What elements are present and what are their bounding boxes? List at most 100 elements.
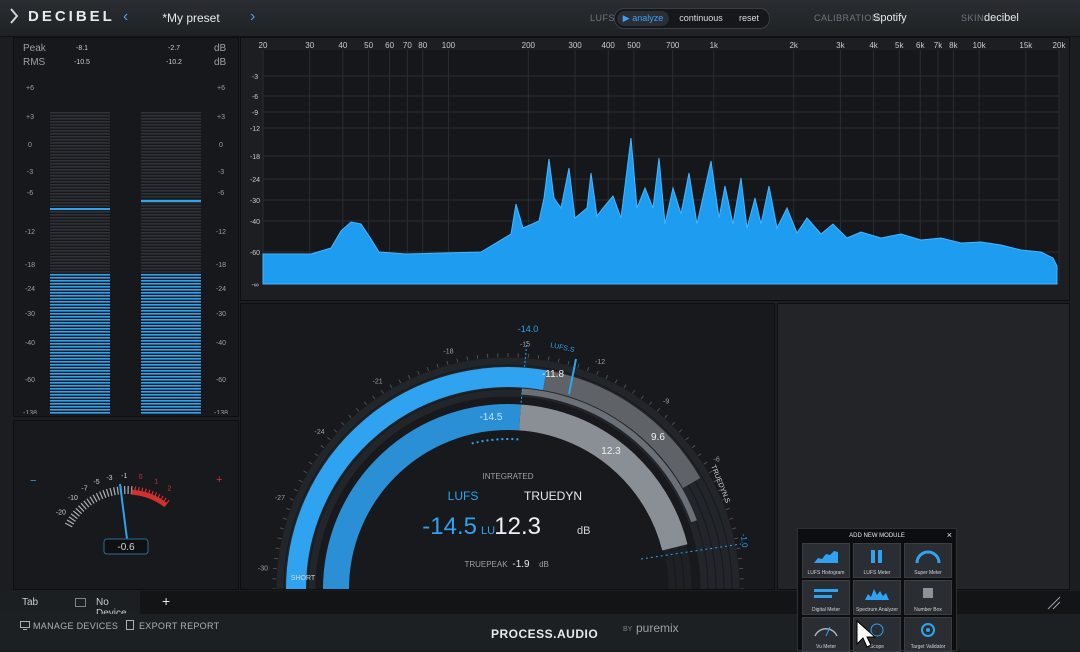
db-label: -30: [250, 198, 260, 205]
module-super-meter[interactable]: Super Meter: [904, 543, 952, 578]
truedyn-unit: dB: [577, 525, 590, 537]
lufs-label: LUFS: [590, 13, 615, 23]
peak-hold-line: [141, 200, 201, 202]
meter-scale-label: -60: [216, 377, 226, 384]
arc-scale-label: -15: [520, 342, 530, 349]
prev-preset-arrow-icon[interactable]: ‹: [123, 8, 128, 26]
frequency-label: 7k: [934, 41, 943, 50]
frequency-label: 20k: [1053, 41, 1067, 50]
spectrum-analyzer-panel: 203040506070801002003004005007001k2k3k4k…: [240, 37, 1070, 301]
module-digital-meter[interactable]: Digital Meter: [802, 580, 850, 615]
left-meter-bar: [50, 112, 110, 414]
next-preset-arrow-icon[interactable]: ›: [250, 8, 255, 26]
calibration-value[interactable]: Spotify: [873, 12, 907, 24]
arc-scale-label: -21: [373, 378, 383, 385]
peak-label: Peak: [23, 43, 46, 54]
vu-scale-label: -10: [68, 495, 78, 502]
vu-minus-sign: −: [30, 475, 36, 487]
meter-scale-label: -18: [216, 262, 226, 269]
module-label: LUFS Meter: [854, 570, 900, 576]
frequency-label: 20: [259, 41, 268, 50]
device-icon: [75, 598, 86, 607]
meter-scale-label: -6: [27, 190, 33, 197]
digital-meter-icon: [812, 585, 840, 601]
document-icon: [126, 620, 134, 630]
module-spectrum-analyzer[interactable]: Spectrum Analyzer: [853, 580, 901, 615]
arc-inner-value: -14.5: [480, 412, 503, 423]
module-lufs-meter[interactable]: LUFS Meter: [853, 543, 901, 578]
frequency-label: 700: [666, 41, 680, 50]
frequency-label: 200: [522, 41, 536, 50]
app-logo: DECIBEL: [28, 8, 115, 25]
tab-active[interactable]: Tab No Device: [0, 591, 140, 614]
db-label: -40: [250, 219, 260, 226]
manage-devices-button[interactable]: MANAGE DEVICES: [33, 621, 118, 631]
arc-scale-label: -24: [314, 429, 324, 436]
arc-scale-label: -27: [275, 495, 285, 502]
meter-scale-label: -6: [218, 190, 224, 197]
module-lufs-histogram[interactable]: LUFS Histogram: [802, 543, 850, 578]
tab-label: Tab: [22, 597, 38, 608]
frequency-label: 6k: [916, 41, 925, 50]
arc-mid-value: -11.8: [542, 369, 564, 380]
vu-red-zone: [131, 492, 165, 505]
vu-scale-label: 1: [154, 479, 158, 486]
arc-dyn-outer-value: 9.6: [651, 432, 665, 443]
module-target-validator[interactable]: Target Validator: [904, 617, 952, 652]
meter-scale-label: +6: [26, 85, 34, 92]
continuous-button[interactable]: continuous: [671, 11, 731, 26]
module-label: Spectrum Analyzer: [854, 607, 900, 613]
meter-bars: +6+30-3-6-12-18-24-30-40-60-138 +6+30-3-…: [14, 72, 238, 414]
vu-meter: -20-10-7-5-3-1012 − + -0.6: [14, 421, 238, 589]
frequency-label: 60: [385, 41, 394, 50]
vu-scale-label: 0: [139, 474, 143, 481]
number-box-icon: [914, 585, 942, 601]
meter-scale-label: -3: [27, 169, 33, 176]
frequency-label: 500: [627, 41, 641, 50]
module-number-box[interactable]: Number Box: [904, 580, 952, 615]
vu-plus-sign: +: [216, 474, 222, 486]
meter-scale-left: +6+30-3-6-12-18-24-30-40-60-138: [23, 85, 37, 414]
export-report-button[interactable]: EXPORT REPORT: [139, 621, 219, 631]
vu-value: -0.6: [117, 542, 135, 553]
meter-scale-label: -12: [216, 229, 226, 236]
close-icon[interactable]: ×: [947, 530, 952, 540]
add-tab-button[interactable]: +: [162, 593, 170, 609]
meter-scale-label: -12: [25, 229, 35, 236]
preset-name[interactable]: *My preset: [140, 11, 242, 25]
top-bar: DECIBEL ‹ *My preset › LUFS ▶ analyze co…: [0, 0, 1080, 37]
module-label: LUFS Histogram: [803, 570, 849, 576]
module-vu-meter[interactable]: Vu Meter: [802, 617, 850, 652]
mouse-cursor-icon: [856, 620, 878, 649]
skin-value[interactable]: decibel: [984, 12, 1019, 24]
frequency-label: 30: [305, 41, 314, 50]
vu-scale-label: -1: [121, 473, 127, 480]
module-label: Digital Meter: [803, 607, 849, 613]
frequency-label: 100: [442, 41, 456, 50]
frequency-label: 50: [364, 41, 373, 50]
arc-scale-label: -18: [443, 348, 453, 355]
play-icon: ▶: [623, 13, 632, 23]
meter-scale-label: 0: [219, 142, 223, 149]
frequency-label: 3k: [836, 41, 845, 50]
reset-button[interactable]: reset: [733, 11, 765, 26]
analyze-label: analyze: [632, 13, 663, 23]
db-label: -∞: [251, 282, 258, 289]
db-label: -24: [250, 177, 260, 184]
frequency-label: 10k: [973, 41, 987, 50]
db-label-top: dB: [214, 43, 226, 54]
frequency-label: 40: [338, 41, 347, 50]
vu-scale: -20-10-7-5-3-1012: [56, 473, 172, 527]
analyze-button[interactable]: ▶ analyze: [617, 11, 669, 26]
meter-scale-label: +3: [217, 114, 225, 121]
loudness-gauge: -30-27-24-21-18-15-12-9-6 INTEGRATED LUF…: [241, 304, 774, 589]
resize-handle-icon[interactable]: [1046, 595, 1062, 611]
spectrum-icon: [863, 585, 891, 601]
meter-scale-right: +6+30-3-6-12-18-24-30-40-60-138: [214, 85, 228, 414]
frequency-label: 5k: [895, 41, 904, 50]
right-rms-value: -10.2: [166, 59, 182, 66]
rms-label: RMS: [23, 57, 45, 68]
db-label: -6: [252, 94, 258, 101]
meter-scale-label: -138: [214, 410, 228, 414]
vu-scale-label: -7: [81, 486, 87, 493]
